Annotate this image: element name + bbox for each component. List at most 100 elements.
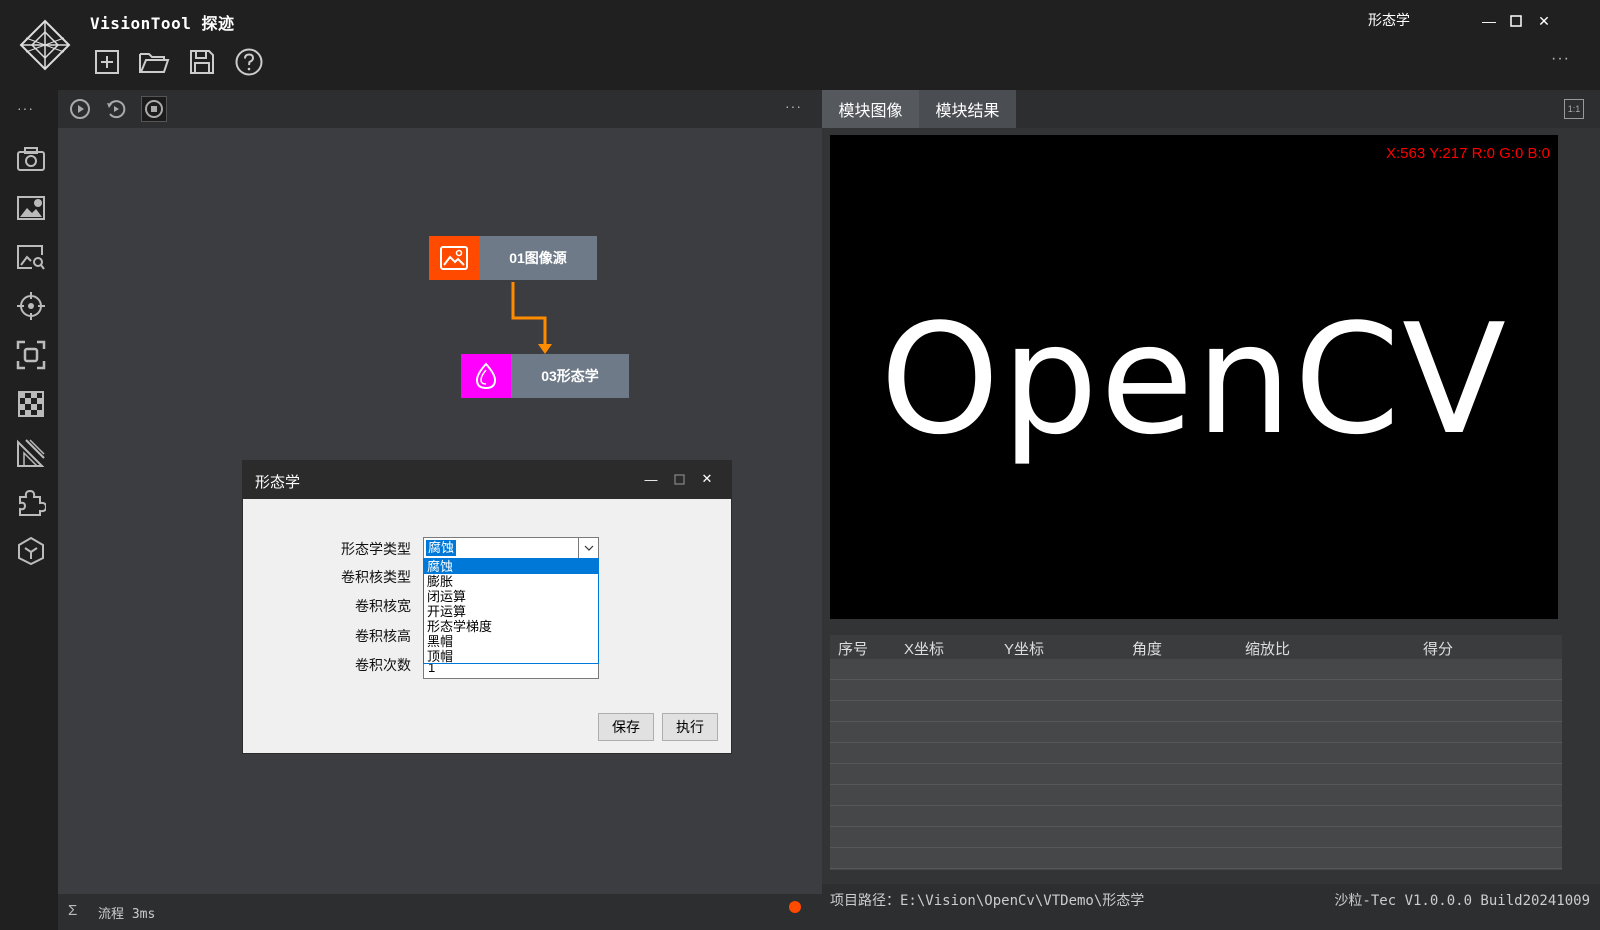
version-text: 沙粒-Tec V1.0.0.0 Build20241009 (1334, 893, 1590, 909)
image-settings-icon (17, 196, 45, 220)
minimize-icon: — (644, 471, 658, 487)
table-row (830, 764, 1562, 785)
stop-button[interactable] (141, 96, 167, 122)
loop-play-icon (107, 100, 126, 119)
pixel-readout: X:563 Y:217 R:0 G:0 B:0 (1385, 145, 1550, 162)
app-title: VisionTool 探迹 (90, 14, 235, 33)
table-row (830, 806, 1562, 827)
morphology-dialog: 形态学 — ✕ 形态学类型 卷积核类型 卷积核宽 卷积核高 卷积次数 腐蚀 1 … (242, 460, 732, 754)
tool-sidebar: ··· (0, 90, 58, 930)
puzzle-icon (19, 489, 46, 516)
minimize-icon: — (1482, 13, 1496, 29)
kernel-type-label: 卷积核类型 (341, 569, 411, 585)
dropdown-arrow-button[interactable] (578, 538, 598, 558)
run-loop-button[interactable] (103, 96, 129, 122)
project-path: 项目路径：E:\Vision\OpenCv\VTDemo\形态学 (830, 893, 1145, 909)
sidebar-item-plugins[interactable] (14, 485, 48, 519)
save-project-button[interactable] (186, 46, 218, 78)
measure-icon (17, 439, 45, 467)
node-label: 01图像源 (479, 236, 597, 280)
new-project-button[interactable] (91, 46, 123, 78)
dropdown-option[interactable]: 膨胀 (424, 574, 598, 589)
morph-type-label: 形态学类型 (341, 541, 411, 557)
table-row (830, 827, 1562, 848)
roi-focus-icon (16, 340, 46, 370)
dialog-titlebar[interactable]: 形态学 — ✕ (243, 461, 731, 499)
app-logo (18, 18, 72, 72)
dropdown-option[interactable]: 顶帽 (424, 649, 598, 664)
cube-icon (18, 536, 44, 566)
sidebar-item-pattern[interactable] (14, 387, 48, 421)
dropdown-option[interactable]: 开运算 (424, 604, 598, 619)
morph-type-dropdown-list: 腐蚀 膨胀 闭运算 开运算 形态学梯度 黑帽 顶帽 (423, 558, 599, 664)
help-button[interactable] (233, 46, 265, 78)
column-header-index: 序号 (838, 641, 869, 658)
close-button[interactable]: ✕ (1535, 12, 1553, 30)
sidebar-item-locate[interactable] (14, 289, 48, 323)
dropdown-option[interactable]: 形态学梯度 (424, 619, 598, 634)
maximize-icon (673, 473, 685, 485)
image-viewer[interactable]: X:563 Y:217 R:0 G:0 B:0 OpenCV (830, 135, 1558, 619)
sidebar-more-button[interactable]: ··· (17, 100, 34, 116)
flow-statusbar: Σ 流程 3ms (58, 894, 822, 930)
dropdown-option[interactable]: 黑帽 (424, 634, 598, 649)
column-header-y: Y坐标 (1004, 641, 1045, 658)
close-icon: ✕ (701, 471, 713, 486)
sidebar-item-camera[interactable] (14, 142, 48, 176)
minimize-button[interactable]: — (1480, 12, 1498, 30)
plus-square-icon (95, 50, 119, 74)
egg-icon (475, 362, 497, 390)
actual-size-button[interactable]: 1:1 (1564, 99, 1584, 119)
flow-node-image-source[interactable]: 01图像源 (429, 236, 597, 280)
result-panel: 模块图像 模块结果 1:1 X:563 Y:217 R:0 G:0 B:0 Op… (822, 90, 1600, 930)
open-project-button[interactable] (138, 46, 170, 78)
flow-node-morphology[interactable]: 03形态学 (461, 354, 629, 398)
tab-module-result[interactable]: 模块结果 (919, 90, 1016, 128)
app-window: VisionTool 探迹 形态学 — ✕ ··· ··· ··· 01图像源 … (0, 0, 1600, 930)
folder-open-icon (139, 53, 170, 73)
iterations-label: 卷积次数 (355, 657, 411, 673)
table-row (830, 848, 1562, 869)
sidebar-item-measure[interactable] (14, 436, 48, 470)
flow-more-button[interactable]: ··· (785, 98, 802, 114)
flow-status-label: 流程 (98, 907, 125, 922)
image-icon (440, 246, 468, 270)
chevron-down-icon (584, 545, 593, 551)
save-button[interactable]: 保存 (598, 713, 654, 741)
run-once-button[interactable] (67, 96, 93, 122)
run-button[interactable]: 执行 (662, 713, 718, 741)
camera-icon (17, 147, 45, 171)
node-label: 03形态学 (511, 354, 629, 398)
help-circle-icon (235, 48, 263, 76)
maximize-button[interactable] (1507, 12, 1525, 30)
status-indicator-dot (789, 901, 801, 913)
morph-type-select[interactable]: 腐蚀 (423, 537, 599, 559)
dropdown-option[interactable]: 闭运算 (424, 589, 598, 604)
maximize-icon (1510, 15, 1522, 27)
sidebar-item-image-settings[interactable] (14, 191, 48, 225)
flow-panel: ··· 01图像源 03形态学 形态学 — ✕ 形态学类型 卷积核类型 卷积核宽… (58, 90, 822, 930)
play-icon (70, 99, 90, 119)
stop-icon (145, 100, 163, 118)
dialog-minimize-button[interactable]: — (643, 471, 659, 487)
flow-status-text: 流程 3ms (98, 903, 155, 922)
sidebar-item-image-search[interactable] (14, 240, 48, 274)
tab-module-image[interactable]: 模块图像 (822, 90, 919, 128)
table-row (830, 722, 1562, 743)
column-header-angle: 角度 (1132, 641, 1163, 658)
checker-pattern-icon (18, 391, 44, 417)
sidebar-item-3d[interactable] (14, 534, 48, 568)
dialog-close-button[interactable]: ✕ (699, 471, 715, 487)
more-menu-button[interactable]: ··· (1551, 50, 1570, 68)
kernel-height-label: 卷积核高 (355, 628, 411, 644)
sidebar-item-roi[interactable] (14, 338, 48, 372)
dialog-maximize-button[interactable] (671, 471, 687, 487)
table-row (830, 680, 1562, 701)
flow-canvas[interactable]: 01图像源 03形态学 形态学 — ✕ 形态学类型 卷积核类型 卷积核宽 卷积核… (58, 128, 822, 894)
table-row (830, 743, 1562, 764)
sigma-icon: Σ (68, 902, 78, 919)
table-header: 序号 X坐标 Y坐标 角度 缩放比 得分 (830, 635, 1562, 659)
image-search-icon (17, 245, 45, 270)
floppy-disk-icon (190, 50, 214, 74)
dropdown-option[interactable]: 腐蚀 (424, 559, 598, 574)
